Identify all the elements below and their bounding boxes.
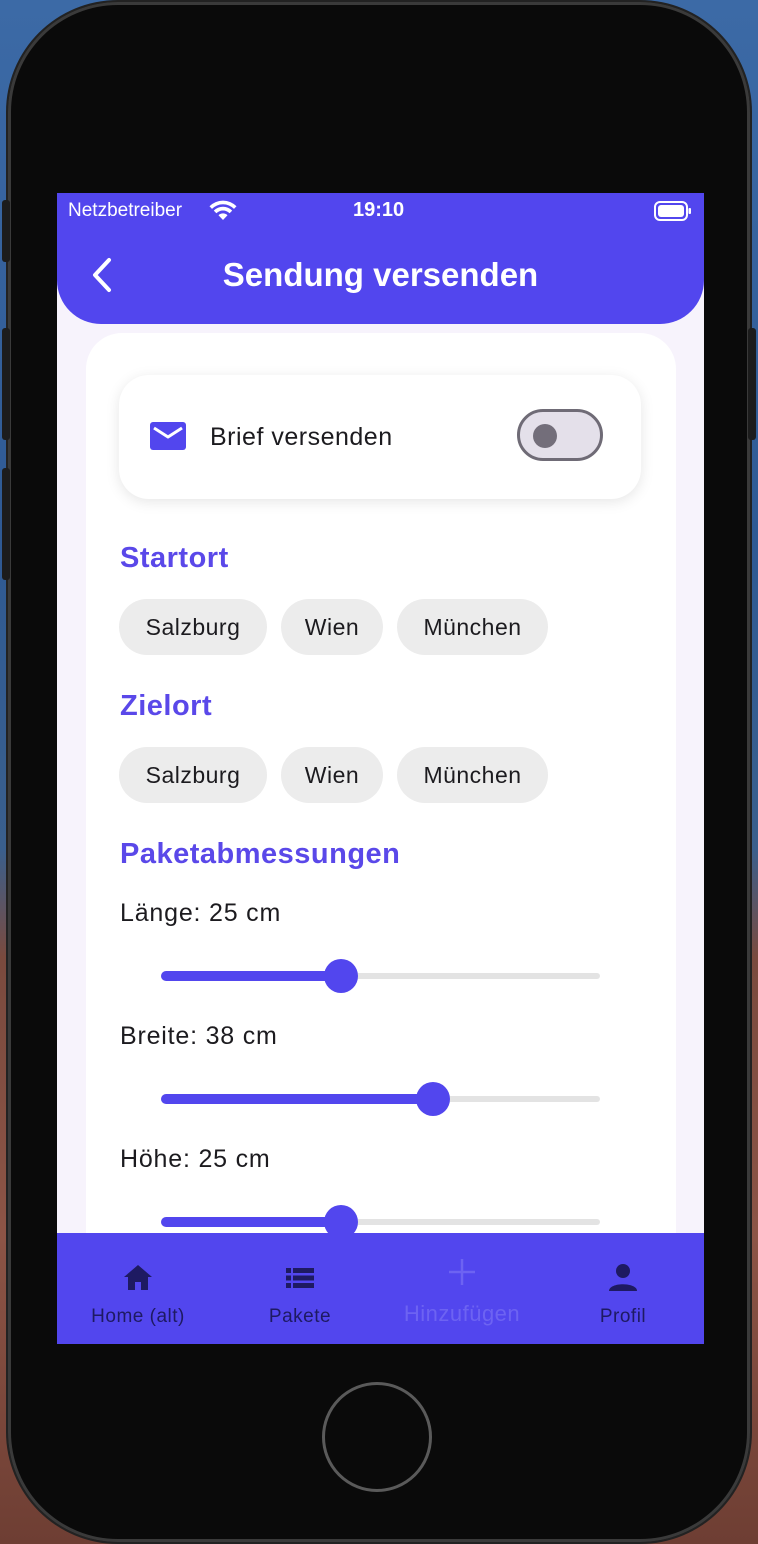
zielort-title: Zielort [120,690,213,722]
mute-switch [2,200,10,262]
hoehe-label: Höhe: 25 cm [120,1145,271,1173]
zielort-chip-salzburg[interactable]: Salzburg [119,747,267,803]
startort-chip-wien[interactable]: Wien [281,599,383,655]
startort-chip-muenchen[interactable]: München [397,599,548,655]
home-icon [124,1265,152,1290]
slider-thumb[interactable] [323,959,358,993]
slider-fill [161,971,341,981]
startort-chip-salzburg[interactable]: Salzburg [119,599,267,655]
nav-hinzufuegen-label: Hinzufügen [403,1301,521,1326]
nav-profil-label: Profil [599,1306,647,1327]
status-time: 19:10 [353,199,405,221]
status-bar: Netzbetreiber 19:10 [57,193,704,229]
page-title: Sendung versenden [222,256,539,293]
breite-slider[interactable] [161,1082,600,1116]
power-button [748,328,756,440]
laenge-slider[interactable] [161,959,600,993]
carrier-label: Netzbetreiber [68,200,183,221]
mail-icon [150,422,186,455]
brief-switch[interactable] [517,409,603,461]
paket-title: Paketabmessungen [120,838,401,870]
home-button[interactable] [322,1382,432,1492]
hoehe-slider[interactable] [161,1205,600,1239]
nav-home[interactable]: Home (alt) [57,1233,219,1344]
brief-label: Brief versenden [210,423,393,451]
slider-fill [161,1094,434,1104]
wifi-icon [209,200,237,228]
person-icon [609,1264,637,1291]
nav-home-label: Home (alt) [91,1306,185,1327]
startort-title: Startort [120,542,229,574]
form-card: Brief versenden Startort Salzburg Wien M… [86,333,676,1333]
nav-hinzufuegen[interactable]: Hinzufügen [381,1233,543,1344]
plus-icon [449,1259,475,1285]
nav-profil[interactable]: Profil [542,1233,704,1344]
slider-thumb[interactable] [416,1082,451,1116]
battery-icon [654,201,692,227]
zielort-chip-wien[interactable]: Wien [281,747,383,803]
brief-toggle-row[interactable]: Brief versenden [119,375,641,499]
switch-knob [533,424,557,448]
nav-pakete-label: Pakete [268,1306,332,1327]
zielort-chip-muenchen[interactable]: München [397,747,548,803]
nav-pakete[interactable]: Pakete [219,1233,381,1344]
slider-fill [161,1217,341,1227]
app-screen: Netzbetreiber 19:10 Sendung versenden Br… [57,193,704,1344]
list-icon [286,1268,314,1288]
bottom-nav: Home (alt) Pakete Hinzufügen Profil [57,1233,704,1344]
volume-up-button [2,328,10,440]
volume-down-button [2,468,10,580]
laenge-label: Länge: 25 cm [120,899,282,927]
app-bar: Netzbetreiber 19:10 Sendung versenden [57,193,704,324]
breite-label: Breite: 38 cm [120,1022,278,1050]
